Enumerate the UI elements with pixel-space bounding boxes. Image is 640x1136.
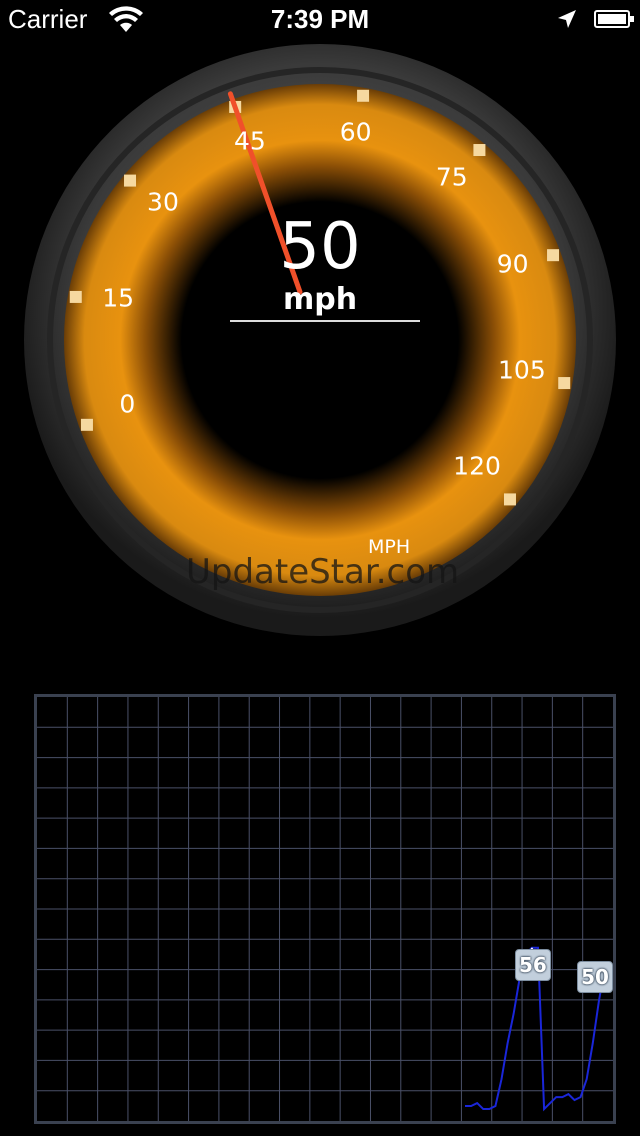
graph-grid: [37, 697, 613, 1121]
watermark: UpdateStar.com: [186, 552, 460, 592]
clock: 7:39 PM: [270, 4, 370, 34]
tick-label: 105: [498, 355, 546, 385]
tick-label: 120: [453, 451, 501, 481]
gauge-glow-ring: [64, 84, 576, 596]
speedometer-gauge: 0 15 30 45 60 75 90 105 120 50 mph MPH UpdateSta…: [22, 42, 618, 638]
speed-unit: mph: [282, 282, 358, 317]
speed-history-graph: 56 50: [34, 694, 616, 1124]
battery-icon: [594, 10, 634, 28]
tick-marker: [558, 377, 571, 390]
speed-value: 50: [279, 210, 361, 284]
graph-canvas: [37, 697, 613, 1121]
value-badge: 50: [577, 961, 613, 993]
tick-label: 75: [435, 162, 468, 192]
tick-marker: [80, 418, 93, 431]
tick-label: 60: [339, 117, 372, 147]
tick-marker: [473, 144, 486, 157]
tick-marker: [503, 493, 516, 506]
tick-label: 45: [233, 126, 266, 156]
status-bar: Carrier 7:39 PM: [0, 0, 640, 40]
location-arrow-icon: [558, 10, 576, 28]
gauge-dial: [24, 44, 616, 636]
tick-marker: [357, 89, 370, 102]
tick-marker: [124, 174, 137, 187]
unit-underline: [230, 320, 420, 322]
value-badge: 56: [514, 949, 551, 981]
tick-label: 0: [119, 389, 136, 419]
